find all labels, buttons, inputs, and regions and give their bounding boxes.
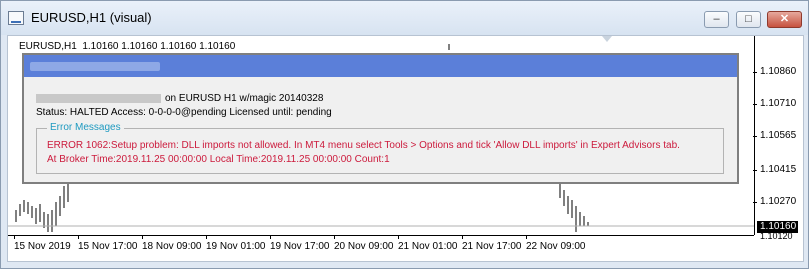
time-tick (14, 235, 15, 239)
window-title: EURUSD,H1 (visual) (31, 10, 152, 25)
price-tick (753, 170, 757, 171)
time-label: 15 Nov 17:00 (78, 241, 138, 252)
time-label: 21 Nov 01:00 (398, 241, 458, 252)
time-tick (526, 235, 527, 239)
price-tick (753, 104, 757, 105)
title-bar[interactable]: EURUSD,H1 (visual) – □ ✕ (1, 1, 808, 35)
price-label: 1.10565 (760, 130, 797, 141)
error-time-line: At Broker Time:2019.11.25 00:00:00 Local… (47, 154, 390, 165)
error-messages-group: Error Messages ERROR 1062:Setup problem:… (36, 122, 724, 174)
ea-symbol-magic: on EURUSD H1 w/magic 20140328 (165, 93, 324, 104)
price-label: 1.10270 (760, 196, 797, 207)
error-group-title: Error Messages (47, 122, 124, 133)
price-chart[interactable]: EURUSD,H1 1.10160 1.10160 1.10160 1.1016… (7, 35, 804, 262)
panel-header (24, 55, 737, 77)
time-label: 20 Nov 09:00 (334, 241, 394, 252)
ea-status-line: Status: HALTED Access: 0-0-0-0@pending L… (36, 107, 332, 118)
time-tick (462, 235, 463, 239)
close-button[interactable]: ✕ (767, 11, 802, 28)
symbol-ohlc-label: EURUSD,H1 1.10160 1.10160 1.10160 1.1016… (19, 41, 236, 52)
time-label: 19 Nov 01:00 (206, 241, 266, 252)
current-price-label: 1.10160 (757, 221, 798, 233)
redacted-ea-name (30, 62, 160, 71)
minimize-button[interactable]: – (704, 11, 729, 28)
price-label: 1.10415 (760, 164, 797, 175)
price-tick (753, 136, 757, 137)
price-label: 1.10860 (760, 66, 797, 77)
price-tick (753, 202, 757, 203)
time-label: 18 Nov 09:00 (142, 241, 202, 252)
time-axis (8, 235, 754, 236)
price-tick (753, 72, 757, 73)
time-tick (206, 235, 207, 239)
ea-info-line: on EURUSD H1 w/magic 20140328 (36, 93, 323, 104)
chart-window-icon (8, 11, 24, 25)
time-label: 19 Nov 17:00 (270, 241, 330, 252)
redacted-ea-label (36, 93, 161, 103)
time-tick (270, 235, 271, 239)
time-tick (334, 235, 335, 239)
ea-status-panel: on EURUSD H1 w/magic 20140328 Status: HA… (22, 53, 739, 184)
app-window: EURUSD,H1 (visual) – □ ✕ EURUSD,H1 1.101… (0, 0, 809, 269)
time-label: 21 Nov 17:00 (462, 241, 522, 252)
time-tick (142, 235, 143, 239)
shift-marker-icon[interactable] (602, 36, 612, 42)
maximize-button[interactable]: □ (736, 11, 761, 28)
time-tick (78, 235, 79, 239)
price-label: 1.10710 (760, 98, 797, 109)
error-message-line: ERROR 1062:Setup problem: DLL imports no… (47, 140, 680, 151)
time-label: 15 Nov 2019 (14, 241, 71, 252)
time-label: 22 Nov 09:00 (526, 241, 586, 252)
time-tick (398, 235, 399, 239)
